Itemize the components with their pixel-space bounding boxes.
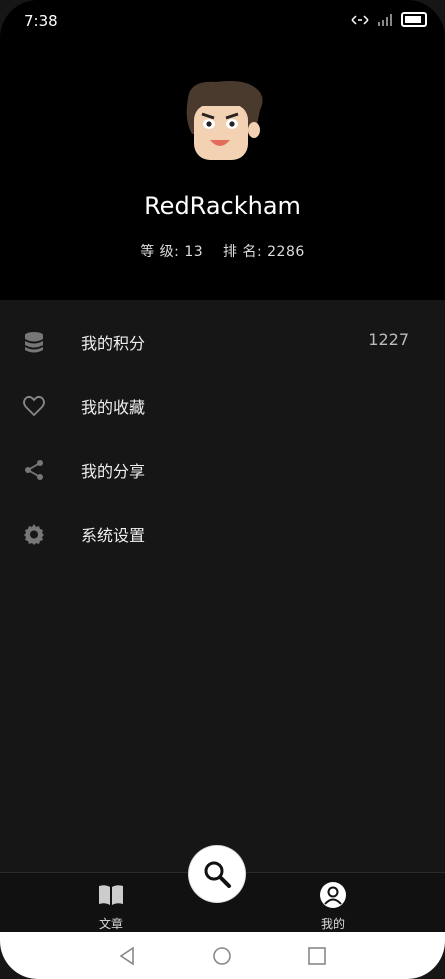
status-icons: [351, 12, 427, 27]
recents-square-icon[interactable]: [307, 946, 327, 966]
search-button[interactable]: [189, 846, 245, 902]
menu-list: 我的积分 1227 我的收藏 我的分享 系统设置: [0, 310, 445, 566]
tab-articles[interactable]: 文章: [76, 881, 146, 932]
avatar[interactable]: [176, 76, 268, 168]
search-icon: [204, 861, 231, 888]
phone-screen: 7:38 RedRackham 等 级: 13 排 名: 2286 我的积分 1…: [0, 0, 445, 979]
rank-label: 排 名:: [223, 244, 263, 260]
database-icon: [25, 332, 43, 353]
gear-icon: [24, 524, 44, 545]
level-label: 等 级:: [140, 244, 180, 260]
menu-item-label: 我的分享: [81, 462, 146, 481]
heart-icon: [23, 395, 45, 417]
profile-stats: 等 级: 13 排 名: 2286: [0, 241, 445, 261]
back-triangle-icon[interactable]: [117, 946, 137, 966]
user-icon: [320, 882, 346, 908]
menu-item-points[interactable]: 我的积分 1227: [0, 310, 445, 374]
battery-icon: [401, 12, 427, 27]
menu-item-label: 我的积分: [81, 334, 146, 353]
share-icon: [25, 460, 43, 480]
signal-icon: [378, 13, 392, 26]
level-value: 13: [184, 244, 204, 260]
profile-header: RedRackham 等 级: 13 排 名: 2286: [0, 44, 445, 300]
tab-mine[interactable]: 我的: [298, 881, 368, 932]
tab-label: 文章: [98, 917, 123, 931]
rank-value: 2286: [267, 244, 305, 260]
menu-item-settings[interactable]: 系统设置: [0, 502, 445, 566]
data-transfer-icon: [351, 14, 369, 25]
username: RedRackham: [144, 192, 301, 220]
home-circle-icon[interactable]: [212, 946, 232, 966]
menu-item-favorites[interactable]: 我的收藏: [0, 374, 445, 438]
book-icon: [99, 885, 123, 905]
status-time: 7:38: [24, 12, 58, 30]
tab-label: 我的: [320, 917, 345, 931]
points-value: 1227: [368, 330, 409, 349]
system-nav-bar: [0, 932, 445, 979]
menu-item-shares[interactable]: 我的分享: [0, 438, 445, 502]
menu-item-label: 系统设置: [81, 526, 146, 545]
menu-item-label: 我的收藏: [81, 398, 146, 417]
status-bar: 7:38: [0, 0, 445, 44]
